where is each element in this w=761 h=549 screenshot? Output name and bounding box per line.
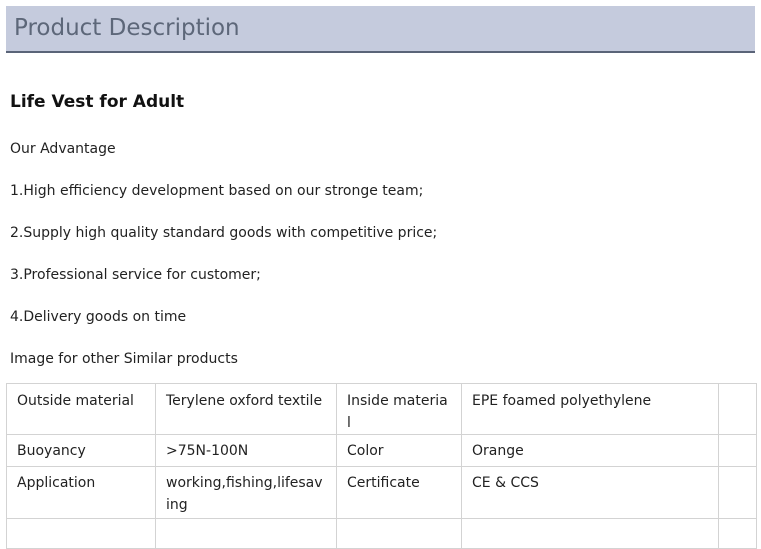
table-row: Application working,fishing,lifesaving C…	[6, 466, 757, 519]
table-cell: >75N-100N	[155, 434, 337, 467]
table-cell	[336, 518, 462, 549]
table-cell	[718, 518, 757, 549]
advantage-point-4: 4.Delivery goods on time	[10, 309, 187, 325]
section-title: Product Description	[14, 15, 240, 41]
advantage-heading: Our Advantage	[10, 141, 116, 157]
advantage-point-3: 3.Professional service for customer;	[10, 267, 261, 283]
table-row: Buoyancy >75N-100N Color Orange	[6, 434, 757, 467]
table-cell: Buoyancy	[6, 434, 156, 467]
advantage-point-2: 2.Supply high quality standard goods wit…	[10, 225, 438, 241]
table-cell	[155, 518, 337, 549]
advantage-point-1: 1.High efficiency development based on o…	[10, 183, 424, 199]
table-cell: Orange	[461, 434, 719, 467]
table-cell	[718, 466, 757, 519]
table-cell: Outside material	[6, 383, 156, 435]
spec-table: Outside material Terylene oxford textile…	[6, 383, 757, 549]
table-cell	[461, 518, 719, 549]
table-cell: EPE foamed polyethylene	[461, 383, 719, 435]
table-row	[6, 518, 757, 549]
table-cell	[718, 434, 757, 467]
table-cell: CE & CCS	[461, 466, 719, 519]
table-cell: Terylene oxford textile	[155, 383, 337, 435]
table-cell: Inside material	[336, 383, 462, 435]
table-cell: Certificate	[336, 466, 462, 519]
table-cell: working,fishing,lifesaving	[155, 466, 337, 519]
product-title: Life Vest for Adult	[10, 92, 185, 112]
section-header: Product Description	[6, 6, 755, 53]
similar-products-heading: Image for other Similar products	[10, 351, 238, 367]
table-cell	[718, 383, 757, 435]
table-cell: Application	[6, 466, 156, 519]
table-cell	[6, 518, 156, 549]
table-row: Outside material Terylene oxford textile…	[6, 383, 757, 435]
table-cell: Color	[336, 434, 462, 467]
